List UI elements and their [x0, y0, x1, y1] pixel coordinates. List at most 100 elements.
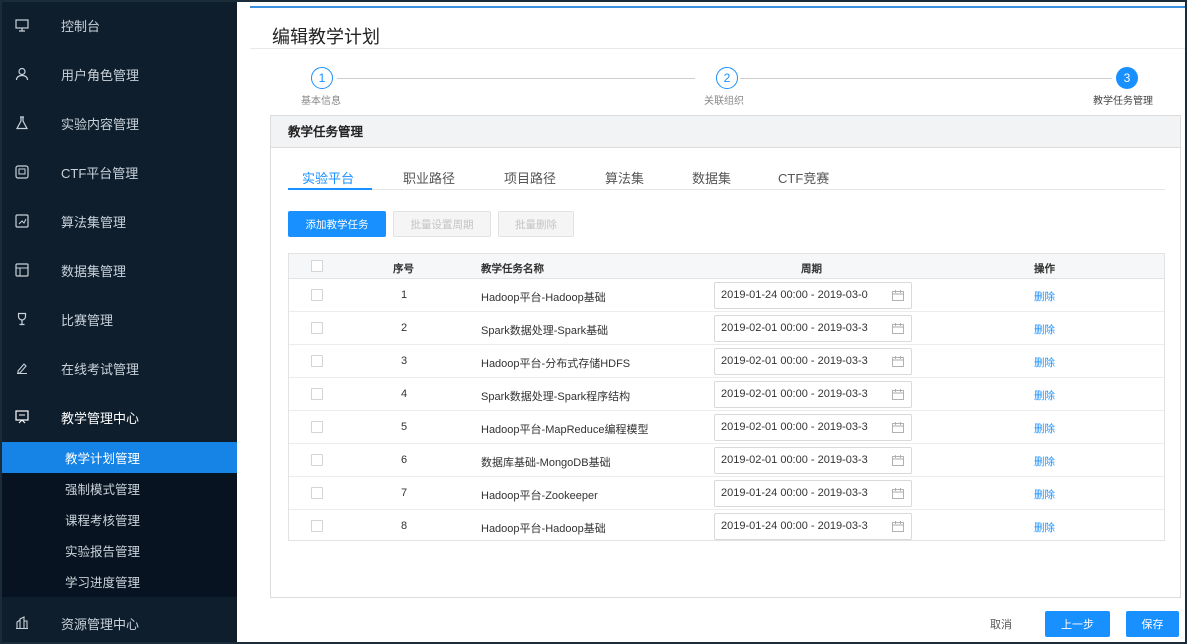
sidebar-item-online-exam[interactable]: 在线考试管理: [2, 348, 237, 388]
sidebar-subitem-label: 强制模式管理: [65, 483, 141, 497]
step-connector: [337, 78, 695, 79]
tab-datasets[interactable]: 数据集: [692, 168, 731, 187]
sidebar-item-datasets[interactable]: 数据集管理: [2, 250, 237, 290]
cancel-button[interactable]: 取消: [990, 616, 1012, 632]
period-picker[interactable]: 2019-02-01 00:00 - 2019-03-3: [714, 447, 912, 474]
sidebar-item-label: 数据集管理: [61, 263, 127, 279]
tab-algorithms[interactable]: 算法集: [605, 168, 644, 187]
row-checkbox[interactable]: [311, 454, 323, 466]
sidebar-subitem-label: 学习进度管理: [65, 576, 141, 590]
sidebar-subitem-force-mode[interactable]: 强制模式管理: [2, 473, 237, 504]
row-index: 7: [401, 487, 408, 499]
calendar-icon: [892, 356, 904, 367]
row-checkbox[interactable]: [311, 421, 323, 433]
period-value: 2019-02-01 00:00 - 2019-03-3: [721, 322, 868, 334]
row-index: 5: [401, 421, 408, 433]
step-1-circle[interactable]: 1: [311, 67, 333, 89]
delete-link[interactable]: 删除: [1034, 388, 1055, 403]
period-picker[interactable]: 2019-02-01 00:00 - 2019-03-3: [714, 381, 912, 408]
sidebar-subitem-label: 教学计划管理: [65, 452, 141, 466]
sidebar-item-algorithms[interactable]: 算法集管理: [2, 201, 237, 241]
period-picker[interactable]: 2019-02-01 00:00 - 2019-03-3: [714, 315, 912, 342]
period-value: 2019-02-01 00:00 - 2019-03-3: [721, 421, 868, 433]
top-accent-line: [250, 6, 1185, 8]
teaching-icon: [14, 409, 30, 425]
calendar-icon: [892, 422, 904, 433]
panel-title: 教学任务管理: [271, 116, 1180, 148]
sidebar-subitem-teaching-plan[interactable]: 教学计划管理: [2, 442, 237, 473]
prev-step-button[interactable]: 上一步: [1045, 611, 1110, 637]
delete-link[interactable]: 删除: [1034, 421, 1055, 436]
sidebar-item-ctf-platform[interactable]: CTF平台管理: [2, 152, 237, 192]
row-task-name: Hadoop平台-MapReduce编程模型: [481, 424, 649, 436]
delete-link[interactable]: 删除: [1034, 487, 1055, 502]
header-name: 教学任务名称: [481, 263, 544, 275]
row-task-name: 数据库基础-MongoDB基础: [481, 457, 611, 469]
tab-project-path[interactable]: 项目路径: [504, 168, 556, 187]
main-content: 编辑教学计划 1 基本信息 2 关联组织 3 教学任务管理 教学任务管理 实验平…: [237, 2, 1185, 642]
row-index: 6: [401, 454, 408, 466]
delete-link[interactable]: 删除: [1034, 289, 1055, 304]
add-task-button[interactable]: 添加教学任务: [288, 211, 386, 237]
save-button[interactable]: 保存: [1126, 611, 1179, 637]
period-picker[interactable]: 2019-02-01 00:00 - 2019-03-3: [714, 348, 912, 375]
row-checkbox[interactable]: [311, 520, 323, 532]
row-task-name: Hadoop平台-Zookeeper: [481, 490, 598, 502]
tab-lab-platform[interactable]: 实验平台: [302, 168, 354, 187]
delete-link[interactable]: 删除: [1034, 520, 1055, 535]
row-index: 3: [401, 355, 408, 367]
tab-divider: [288, 189, 1165, 190]
sidebar-item-label: 控制台: [61, 18, 101, 34]
page-title: 编辑教学计划: [272, 27, 380, 47]
batch-delete-button[interactable]: 批量删除: [498, 211, 574, 237]
sidebar-item-lab-content[interactable]: 实验内容管理: [2, 103, 237, 143]
sidebar-item-competitions[interactable]: 比赛管理: [2, 299, 237, 339]
table-row: 1 Hadoop平台-Hadoop基础 2019-01-24 00:00 - 2…: [289, 279, 1164, 312]
step-3-label: 教学任务管理: [1093, 96, 1153, 107]
row-checkbox[interactable]: [311, 355, 323, 367]
header-action: 操作: [1034, 263, 1055, 275]
period-picker[interactable]: 2019-02-01 00:00 - 2019-03-3: [714, 414, 912, 441]
table-row: 4 Spark数据处理-Spark程序结构 2019-02-01 00:00 -…: [289, 378, 1164, 411]
screen-icon: [14, 164, 30, 180]
row-index: 4: [401, 388, 408, 400]
sidebar-subitem-learning-progress[interactable]: 学习进度管理: [2, 566, 237, 597]
period-picker[interactable]: 2019-01-24 00:00 - 2019-03-0: [714, 282, 912, 309]
tab-ctf[interactable]: CTF竞赛: [778, 168, 829, 187]
step-1-label: 基本信息: [301, 96, 341, 107]
select-all-checkbox[interactable]: [311, 260, 323, 272]
tab-active-indicator: [288, 188, 372, 190]
calendar-icon: [892, 521, 904, 532]
sidebar-item-user-roles[interactable]: 用户角色管理: [2, 54, 237, 94]
batch-period-button[interactable]: 批量设置周期: [393, 211, 491, 237]
tab-career-path[interactable]: 职业路径: [403, 168, 455, 187]
dataset-icon: [14, 262, 30, 278]
row-checkbox[interactable]: [311, 487, 323, 499]
step-2-circle[interactable]: 2: [716, 67, 738, 89]
row-checkbox[interactable]: [311, 322, 323, 334]
row-checkbox[interactable]: [311, 388, 323, 400]
step-connector: [740, 78, 1112, 79]
period-picker[interactable]: 2019-01-24 00:00 - 2019-03-3: [714, 480, 912, 507]
sidebar-item-dashboard[interactable]: 控制台: [2, 5, 237, 45]
sidebar-subitem-course-assessment[interactable]: 课程考核管理: [2, 504, 237, 535]
delete-link[interactable]: 删除: [1034, 454, 1055, 469]
delete-link[interactable]: 删除: [1034, 322, 1055, 337]
table-row: 8 Hadoop平台-Hadoop基础 2019-01-24 00:00 - 2…: [289, 510, 1164, 543]
calendar-icon: [892, 455, 904, 466]
step-3-circle[interactable]: 3: [1116, 67, 1138, 89]
sidebar-subitem-lab-reports[interactable]: 实验报告管理: [2, 535, 237, 566]
row-task-name: Hadoop平台-分布式存储HDFS: [481, 358, 631, 370]
calendar-icon: [892, 323, 904, 334]
header-index: 序号: [393, 263, 414, 275]
period-value: 2019-02-01 00:00 - 2019-03-3: [721, 388, 868, 400]
delete-link[interactable]: 删除: [1034, 355, 1055, 370]
row-checkbox[interactable]: [311, 289, 323, 301]
sidebar-item-resource-center[interactable]: 资源管理中心: [2, 603, 237, 642]
sidebar-item-label: 比赛管理: [61, 312, 114, 328]
sidebar-item-teaching-center[interactable]: 教学管理中心: [2, 397, 237, 437]
calendar-icon: [892, 389, 904, 400]
period-picker[interactable]: 2019-01-24 00:00 - 2019-03-3: [714, 513, 912, 540]
sidebar-item-label: 资源管理中心: [61, 616, 140, 632]
row-index: 2: [401, 322, 408, 334]
